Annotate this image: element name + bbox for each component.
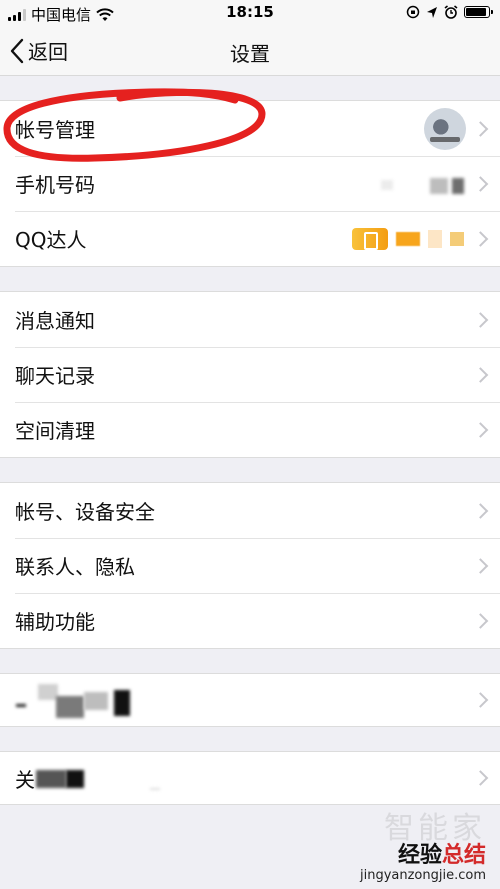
blurred-text-part bbox=[66, 770, 84, 788]
chevron-right-icon bbox=[472, 175, 489, 192]
blurred-text-part bbox=[16, 704, 26, 707]
settings-row-contacts-privacy[interactable]: 联系人、隐私 bbox=[0, 538, 500, 593]
settings-row-storage-cleanup[interactable]: 空间清理 bbox=[0, 402, 500, 457]
watermark-url: jingyanzongjie.com bbox=[359, 868, 486, 883]
blurred-text-part bbox=[56, 696, 84, 718]
row-label: 辅助功能 bbox=[15, 610, 95, 634]
blurred-text-part bbox=[38, 684, 58, 700]
blurred-badge-part bbox=[450, 232, 464, 246]
blurred-phone-part bbox=[381, 180, 393, 190]
blurred-text-part bbox=[150, 788, 160, 790]
page-title: 设置 bbox=[230, 42, 270, 66]
watermark-brand-part2: 总结 bbox=[441, 843, 486, 868]
watermark-ghost: 智能家 bbox=[384, 811, 486, 846]
watermark-brand-part1: 经验 bbox=[397, 843, 442, 868]
avatar bbox=[424, 108, 466, 150]
battery-icon bbox=[464, 6, 493, 18]
chevron-right-icon bbox=[472, 502, 489, 519]
blurred-text-part bbox=[114, 690, 130, 716]
blurred-badge-part bbox=[428, 230, 442, 248]
blurred-text-part bbox=[36, 770, 66, 788]
settings-group-redacted bbox=[0, 673, 500, 727]
settings-group-about: 关 bbox=[0, 751, 500, 805]
row-label: 帐号管理 bbox=[15, 118, 95, 142]
settings-group-privacy: 帐号、设备安全 联系人、隐私 辅助功能 bbox=[0, 482, 500, 649]
settings-row-notifications[interactable]: 消息通知 bbox=[0, 292, 500, 347]
nav-bar: 返回 设置 bbox=[0, 26, 500, 76]
battery-fill bbox=[466, 8, 486, 16]
qq-expert-badge bbox=[352, 228, 464, 250]
watermark-brand: 经验总结 bbox=[360, 844, 486, 868]
chevron-right-icon bbox=[472, 120, 489, 137]
chevron-right-icon bbox=[472, 366, 489, 383]
settings-row-about[interactable]: 关 bbox=[0, 752, 500, 804]
settings-row-phone-number[interactable]: 手机号码 bbox=[0, 156, 500, 211]
settings-row-qq-expert[interactable]: QQ达人 bbox=[0, 211, 500, 266]
row-label: QQ达人 bbox=[15, 228, 87, 252]
status-right bbox=[406, 5, 493, 19]
settings-group-account: 帐号管理 手机号码 QQ达人 bbox=[0, 100, 500, 267]
qq-wing-icon bbox=[352, 228, 388, 250]
chevron-right-icon bbox=[472, 692, 489, 708]
row-label: 联系人、隐私 bbox=[15, 555, 135, 579]
orientation-lock-icon bbox=[406, 5, 420, 19]
row-label: 聊天记录 bbox=[15, 364, 95, 388]
row-label: 帐号、设备安全 bbox=[15, 500, 155, 524]
chevron-right-icon bbox=[472, 421, 489, 438]
blurred-phone-part bbox=[430, 178, 448, 194]
settings-row-redacted[interactable] bbox=[0, 674, 500, 726]
chevron-right-icon bbox=[472, 557, 489, 574]
blurred-phone-part bbox=[452, 178, 464, 194]
settings-row-chat-history[interactable]: 聊天记录 bbox=[0, 347, 500, 402]
blurred-text-part bbox=[84, 692, 108, 710]
row-label: 空间清理 bbox=[15, 419, 95, 443]
alarm-icon bbox=[444, 5, 458, 19]
settings-row-account-security[interactable]: 帐号、设备安全 bbox=[0, 483, 500, 538]
settings-group-general: 消息通知 聊天记录 空间清理 bbox=[0, 291, 500, 458]
chevron-right-icon bbox=[472, 230, 489, 247]
watermark: 智能家 经验总结 jingyanzongjie.com bbox=[359, 811, 486, 884]
chevron-right-icon bbox=[472, 770, 489, 786]
location-icon bbox=[427, 6, 437, 18]
status-bar: 中国电信 18:15 bbox=[0, 0, 500, 26]
row-label: 手机号码 bbox=[15, 173, 95, 197]
chevron-right-icon bbox=[472, 612, 489, 629]
blurred-badge-part bbox=[396, 232, 420, 246]
chevron-right-icon bbox=[472, 311, 489, 328]
settings-row-account-management[interactable]: 帐号管理 bbox=[0, 101, 500, 156]
row-label: 消息通知 bbox=[15, 309, 95, 333]
row-label: 关 bbox=[15, 767, 35, 792]
settings-row-accessibility[interactable]: 辅助功能 bbox=[0, 593, 500, 648]
